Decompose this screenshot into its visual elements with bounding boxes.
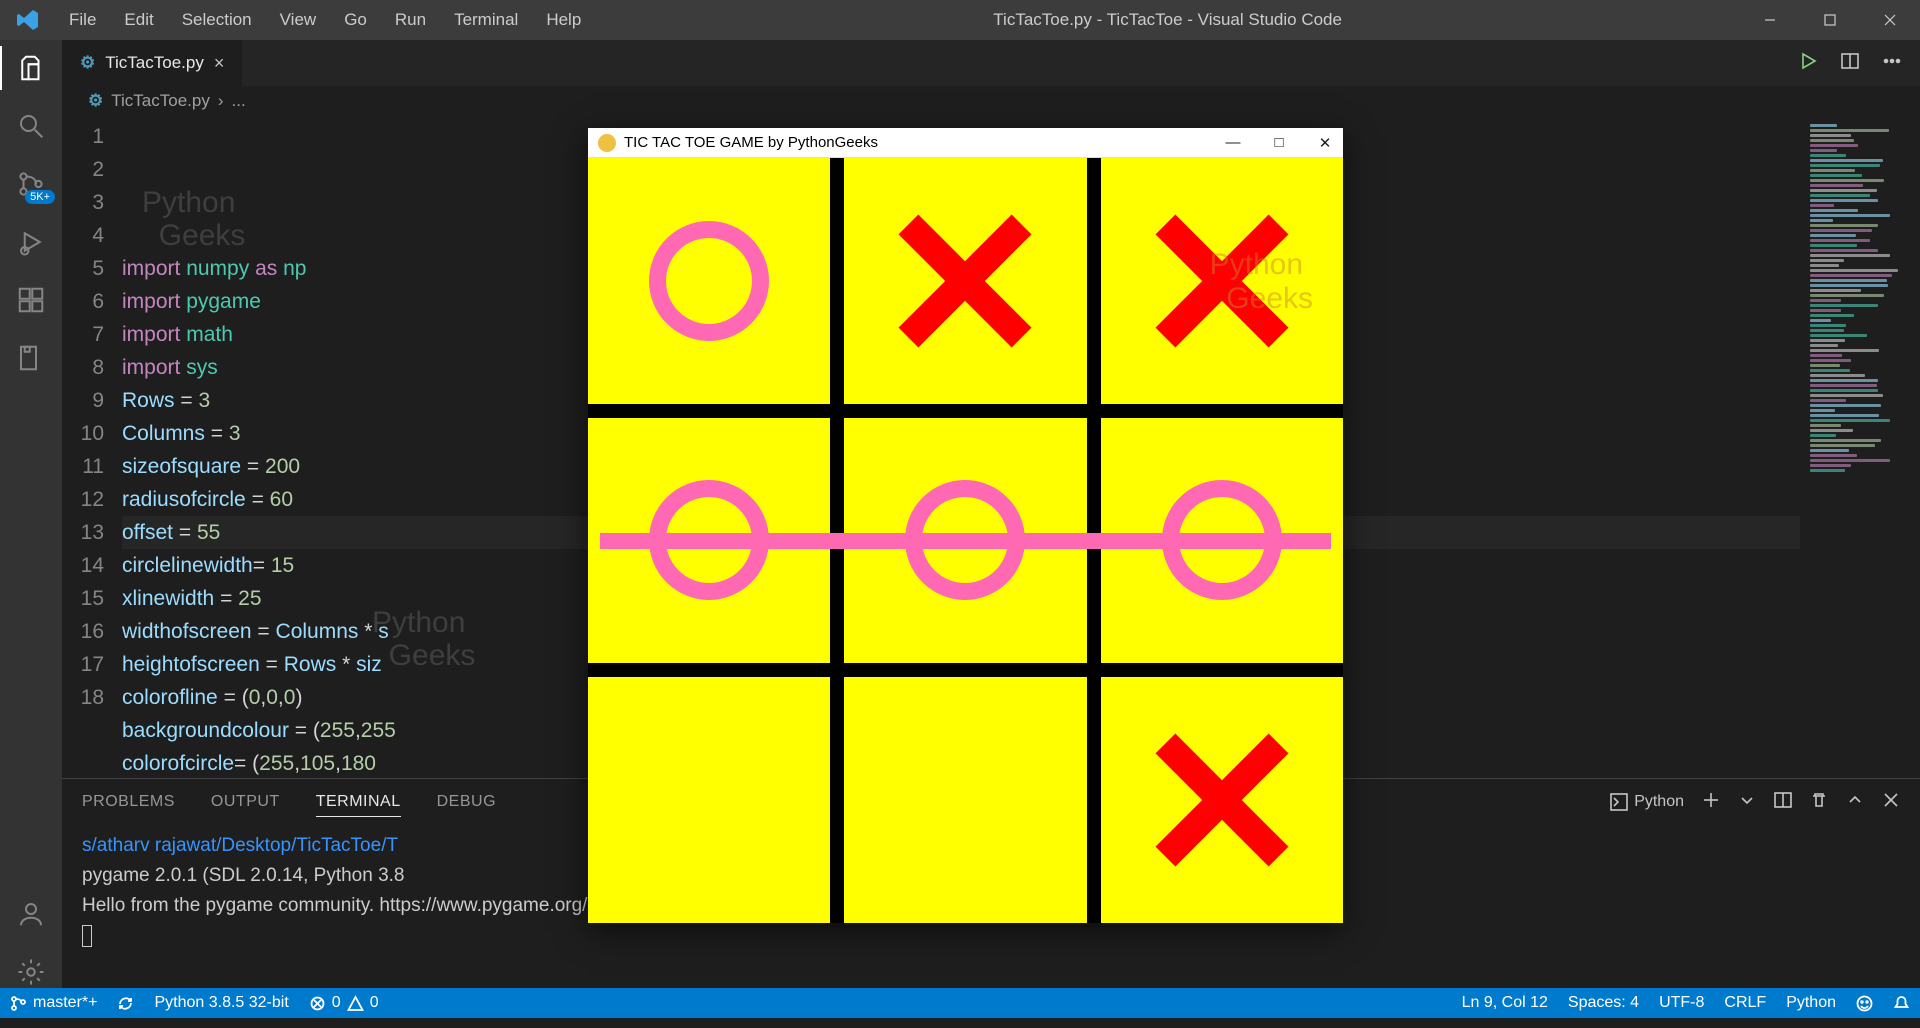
menu-view[interactable]: View bbox=[266, 10, 331, 30]
status-bar: master*+ Python 3.8.5 32-bit 0 0 Ln 9, C… bbox=[0, 988, 1920, 1018]
chevron-right-icon: › bbox=[218, 91, 224, 111]
panel-tab-problems[interactable]: PROBLEMS bbox=[82, 793, 175, 816]
pygame-window: TIC TAC TOE GAME by PythonGeeks — □ ✕ Py… bbox=[588, 128, 1343, 923]
board-cell-2-2[interactable] bbox=[1101, 677, 1343, 923]
account-icon[interactable] bbox=[15, 898, 47, 930]
pygame-app-icon bbox=[598, 134, 616, 152]
x-mark bbox=[1162, 740, 1282, 860]
watermark: Python Geeks bbox=[142, 186, 245, 252]
scm-badge: 5K+ bbox=[25, 190, 55, 204]
notifications-icon[interactable] bbox=[1893, 995, 1910, 1012]
panel-tab-terminal[interactable]: TERMINAL bbox=[316, 793, 401, 817]
window-controls bbox=[1740, 0, 1920, 40]
titlebar: FileEditSelectionViewGoRunTerminalHelp T… bbox=[0, 0, 1920, 40]
sidebar-extra-icon[interactable] bbox=[15, 342, 47, 374]
breadcrumb-filename: TicTacToe.py bbox=[111, 91, 210, 111]
more-actions-icon[interactable] bbox=[1882, 51, 1902, 76]
terminal-prompt: s/atharv rajawat/Desktop/TicTacToe/T bbox=[82, 835, 398, 856]
menu-run[interactable]: Run bbox=[381, 10, 440, 30]
x-mark bbox=[1162, 221, 1282, 341]
close-panel-icon[interactable] bbox=[1882, 791, 1900, 814]
python-file-icon: ⚙ bbox=[88, 91, 103, 111]
circle-mark bbox=[649, 221, 769, 341]
terminal-cursor bbox=[82, 925, 92, 947]
board-cell-0-2[interactable] bbox=[1101, 158, 1343, 404]
close-button[interactable] bbox=[1860, 0, 1920, 40]
run-debug-icon[interactable] bbox=[15, 226, 47, 258]
settings-gear-icon[interactable] bbox=[15, 956, 47, 988]
menu-bar: FileEditSelectionViewGoRunTerminalHelp bbox=[55, 10, 595, 30]
cursor-position[interactable]: Ln 9, Col 12 bbox=[1462, 994, 1548, 1012]
menu-selection[interactable]: Selection bbox=[168, 10, 266, 30]
panel-tab-debug[interactable]: DEBUG bbox=[437, 793, 496, 816]
extensions-icon[interactable] bbox=[15, 284, 47, 316]
board-cell-2-1[interactable] bbox=[844, 677, 1086, 923]
board-cell-0-1[interactable] bbox=[844, 158, 1086, 404]
feedback-icon[interactable] bbox=[1856, 995, 1873, 1012]
menu-edit[interactable]: Edit bbox=[110, 10, 167, 30]
pygame-title: TIC TAC TOE GAME by PythonGeeks bbox=[624, 134, 878, 151]
encoding[interactable]: UTF-8 bbox=[1659, 994, 1704, 1012]
maximize-button[interactable] bbox=[1800, 0, 1860, 40]
window-title: TicTacToe.py - TicTacToe - Visual Studio… bbox=[595, 10, 1740, 30]
indentation[interactable]: Spaces: 4 bbox=[1568, 994, 1639, 1012]
tab-close-icon[interactable]: × bbox=[214, 53, 225, 74]
python-file-icon: ⚙ bbox=[80, 53, 95, 73]
panel-tab-output[interactable]: OUTPUT bbox=[211, 793, 280, 816]
terminal-shell-label[interactable]: Python bbox=[1610, 793, 1684, 811]
editor-tab[interactable]: ⚙ TicTacToe.py × bbox=[62, 40, 243, 86]
minimap[interactable] bbox=[1800, 116, 1920, 778]
board-cell-2-0[interactable] bbox=[588, 677, 830, 923]
pygame-titlebar[interactable]: TIC TAC TOE GAME by PythonGeeks — □ ✕ bbox=[588, 128, 1343, 158]
menu-terminal[interactable]: Terminal bbox=[440, 10, 532, 30]
split-editor-icon[interactable] bbox=[1840, 51, 1860, 76]
line-gutter: 123456789101112131415161718 bbox=[62, 116, 122, 778]
menu-file[interactable]: File bbox=[55, 10, 110, 30]
kill-terminal-icon[interactable] bbox=[1810, 791, 1828, 814]
activity-bar: 5K+ bbox=[0, 40, 62, 988]
minimize-button[interactable] bbox=[1740, 0, 1800, 40]
breadcrumb-rest: ... bbox=[232, 91, 246, 111]
run-file-icon[interactable] bbox=[1798, 51, 1818, 76]
breadcrumb[interactable]: ⚙ TicTacToe.py › ... bbox=[62, 86, 1920, 116]
minimize-button[interactable]: — bbox=[1225, 134, 1241, 152]
x-mark bbox=[905, 221, 1025, 341]
git-branch[interactable]: master*+ bbox=[10, 994, 97, 1012]
new-terminal-icon[interactable] bbox=[1702, 791, 1720, 814]
editor-actions bbox=[1798, 40, 1920, 86]
terminal-dropdown-icon[interactable] bbox=[1738, 791, 1756, 814]
board-cell-0-0[interactable] bbox=[588, 158, 830, 404]
menu-go[interactable]: Go bbox=[330, 10, 381, 30]
game-board[interactable]: Python Geeks bbox=[588, 158, 1343, 923]
win-line bbox=[600, 533, 1331, 549]
tab-filename: TicTacToe.py bbox=[105, 53, 204, 73]
tab-bar: ⚙ TicTacToe.py × bbox=[62, 40, 1920, 86]
python-interpreter[interactable]: Python 3.8.5 32-bit bbox=[154, 994, 288, 1012]
vscode-logo-icon bbox=[0, 8, 55, 32]
menu-help[interactable]: Help bbox=[532, 10, 595, 30]
sync-icon[interactable] bbox=[117, 995, 134, 1012]
maximize-panel-icon[interactable] bbox=[1846, 791, 1864, 814]
maximize-button[interactable]: □ bbox=[1271, 134, 1287, 152]
language-mode[interactable]: Python bbox=[1786, 994, 1836, 1012]
problems-status[interactable]: 0 0 bbox=[309, 994, 379, 1012]
search-icon[interactable] bbox=[15, 110, 47, 142]
eol[interactable]: CRLF bbox=[1724, 994, 1766, 1012]
split-terminal-icon[interactable] bbox=[1774, 791, 1792, 814]
explorer-icon[interactable] bbox=[15, 52, 47, 84]
close-button[interactable]: ✕ bbox=[1317, 134, 1333, 152]
source-control-icon[interactable]: 5K+ bbox=[15, 168, 47, 200]
